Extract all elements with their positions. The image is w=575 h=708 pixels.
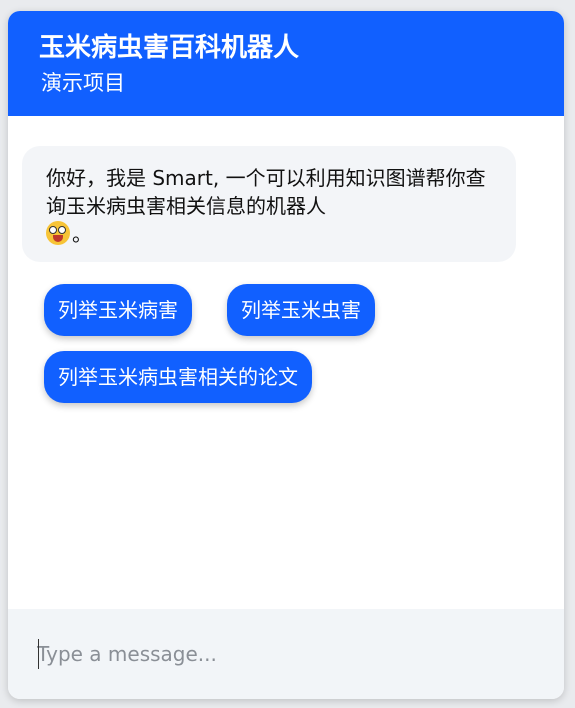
header-subtitle: 演示项目 — [41, 71, 125, 95]
header-title: 玉米病虫害百科机器人 — [39, 33, 300, 63]
quick-reply-pests[interactable]: 列举玉米虫害 — [227, 284, 375, 336]
text-caret — [38, 639, 39, 669]
chat-window: 玉米病虫害百科机器人 演示项目 你好，我是 Smart, 一个可以利用知识图谱帮… — [8, 11, 564, 699]
quick-reply-diseases[interactable]: 列举玉米病害 — [44, 284, 192, 336]
message-composer — [8, 609, 564, 699]
chat-header: 玉米病虫害百科机器人 演示项目 — [8, 11, 564, 116]
face-with-tongue-icon — [46, 221, 70, 245]
bot-message-bubble: 你好，我是 Smart, 一个可以利用知识图谱帮你查询玉米病虫害相关信息的机器人… — [22, 146, 516, 262]
bot-message-text: 你好，我是 Smart, 一个可以利用知识图谱帮你查询玉米病虫害相关信息的机器人 — [46, 166, 486, 218]
message-list[interactable]: 你好，我是 Smart, 一个可以利用知识图谱帮你查询玉米病虫害相关信息的机器人… — [8, 116, 564, 609]
message-input[interactable] — [37, 636, 537, 672]
quick-reply-papers[interactable]: 列举玉米病虫害相关的论文 — [44, 351, 312, 403]
bot-message-end: 。 — [72, 222, 92, 246]
